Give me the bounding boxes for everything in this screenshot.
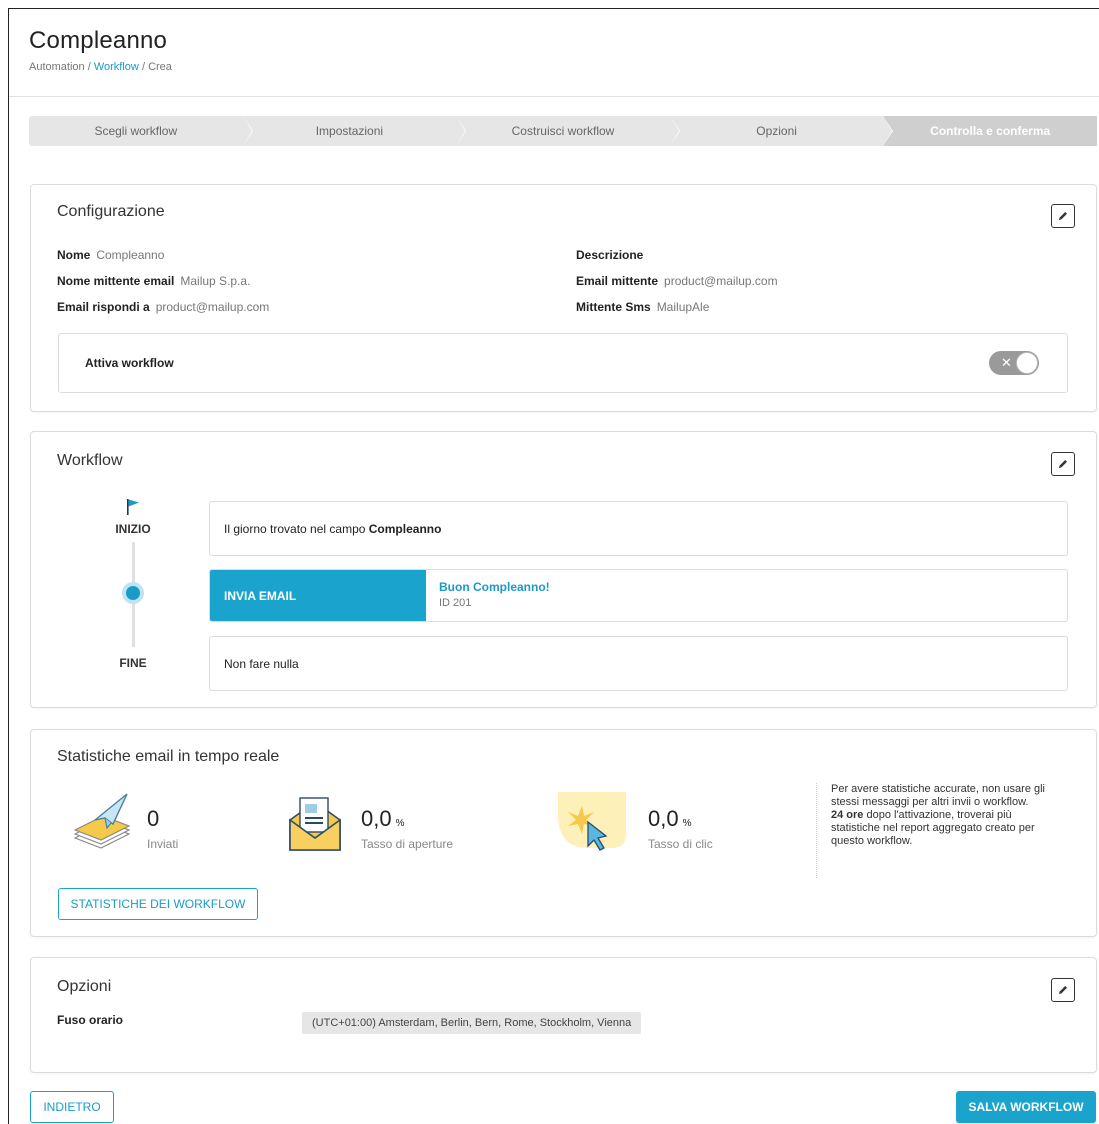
descrizione-field: Descrizione (576, 248, 644, 262)
flag-icon (127, 499, 139, 515)
open-rate-value: 0,0% (361, 806, 405, 831)
workflow-step-dot (122, 582, 144, 604)
workflow-card: Workflow INIZIO FINE Il giorno trovato n… (30, 431, 1097, 708)
opzioni-title: Opzioni (57, 978, 112, 995)
step-opzioni[interactable]: Opzioni (669, 116, 892, 146)
email-mittente-field: Email mittente product@mailup.com (576, 274, 778, 288)
mittente-sms-field: Mittente Sms MailupAle (576, 300, 710, 314)
paper-plane-icon (73, 793, 131, 849)
inizio-label: INIZIO (115, 522, 151, 536)
sent-label: Inviati (147, 837, 179, 851)
breadcrumb: Automation / Workflow / Crea (29, 61, 172, 73)
pencil-icon (1059, 986, 1067, 994)
configurazione-card: Configurazione Nome Compleanno Nome mitte… (30, 184, 1097, 412)
step-costruisci-workflow[interactable]: Costruisci workflow (456, 116, 679, 146)
page-header: Compleanno Automation / Workflow / Crea (9, 9, 1099, 97)
envelope-open-icon (289, 797, 341, 851)
open-rate-label: Tasso di aperture (361, 837, 454, 851)
edit-configurazione-button[interactable] (1051, 204, 1075, 228)
click-rate-label: Tasso di clic (648, 837, 713, 851)
attiva-workflow-toggle[interactable]: ✕ (989, 351, 1039, 375)
wizard-stepper: Scegli workflow Impostazioni Costruisci … (29, 116, 1097, 146)
breadcrumb-root: Automation (29, 61, 85, 73)
fuso-orario-value: (UTC+01:00) Amsterdam, Berlin, Bern, Rom… (302, 1012, 642, 1034)
message-name-link[interactable]: Buon Compleanno! (439, 580, 550, 594)
step-impostazioni[interactable]: Impostazioni (242, 116, 465, 146)
nome-mittente-field: Nome mittente email Mailup S.p.a. (57, 274, 251, 288)
edit-workflow-button[interactable] (1051, 452, 1075, 476)
back-button[interactable]: INDIETRO (30, 1091, 114, 1123)
app-frame: Compleanno Automation / Workflow / Crea … (8, 8, 1099, 1124)
step-scegli-workflow[interactable]: Scegli workflow (29, 116, 252, 146)
end-box[interactable]: Non fare nulla (209, 636, 1068, 691)
stats-info-note: Per avere statistiche accurate, non usar… (816, 783, 1056, 878)
save-workflow-button[interactable]: SALVA WORKFLOW (956, 1091, 1096, 1123)
opzioni-card: Opzioni Fuso orario (UTC+01:00) Amsterda… (30, 957, 1097, 1073)
statistiche-title: Statistiche email in tempo reale (57, 748, 280, 765)
click-rate-value: 0,0% (648, 806, 692, 831)
breadcrumb-current: Crea (148, 61, 172, 73)
attiva-workflow-row: Attiva workflow ✕ (58, 333, 1068, 393)
statistiche-workflow-button[interactable]: STATISTICHE DEI WORKFLOW (58, 888, 258, 920)
fuso-orario-label: Fuso orario (57, 1013, 124, 1027)
rispondi-a-field: Email rispondi a product@mailup.com (57, 300, 270, 314)
toggle-knob (1016, 352, 1038, 374)
attiva-workflow-label: Attiva workflow (85, 356, 174, 370)
cursor-click-icon (558, 792, 626, 851)
workflow-title: Workflow (57, 452, 123, 469)
message-id: ID 201 (439, 597, 472, 609)
breadcrumb-workflow-link[interactable]: Workflow (94, 61, 139, 73)
fine-label: FINE (119, 656, 147, 670)
edit-opzioni-button[interactable] (1051, 978, 1075, 1002)
pencil-icon (1059, 212, 1067, 220)
step-controlla-e-conferma[interactable]: Controlla e conferma (883, 116, 1097, 146)
pencil-icon (1059, 460, 1067, 468)
configurazione-title: Configurazione (57, 203, 165, 220)
send-email-box[interactable]: INVIA EMAIL Buon Compleanno! ID 201 (209, 569, 1068, 622)
nome-field: Nome Compleanno (57, 248, 165, 262)
statistiche-card: Statistiche email in tempo reale 0 Invia… (30, 729, 1097, 937)
page-title: Compleanno (29, 27, 168, 54)
trigger-box[interactable]: Il giorno trovato nel campo Compleanno (209, 501, 1068, 556)
toggle-off-icon: ✕ (1001, 355, 1012, 370)
sent-value: 0 (147, 806, 160, 831)
invia-email-action[interactable]: INVIA EMAIL (210, 570, 426, 621)
